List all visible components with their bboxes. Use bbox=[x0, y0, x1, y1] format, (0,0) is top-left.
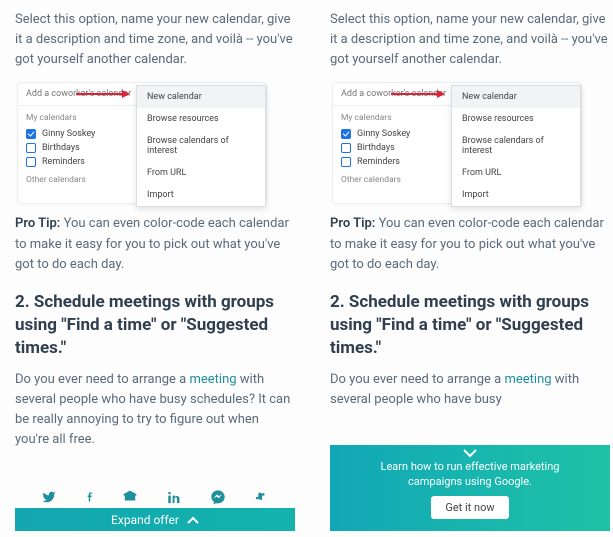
facebook-icon[interactable] bbox=[85, 489, 94, 505]
gcal-screenshot: Add a coworker's calendar My calendars G… bbox=[332, 82, 582, 204]
body-paragraph: Do you ever need to arrange a meeting wi… bbox=[15, 370, 295, 451]
meeting-link[interactable]: meeting bbox=[504, 372, 551, 387]
linkedin-icon[interactable] bbox=[167, 490, 182, 505]
social-share-row bbox=[15, 486, 295, 508]
menu-item[interactable]: New calendar bbox=[137, 86, 265, 108]
add-coworker-label: Add a coworker's calendar bbox=[18, 83, 138, 106]
expand-offer-label: Expand offer bbox=[111, 513, 179, 527]
calendar-row: Birthdays bbox=[333, 141, 453, 155]
red-arrow-icon bbox=[76, 90, 130, 98]
calendar-row: Birthdays bbox=[18, 141, 138, 155]
dropdown-menu: New calendar Browse resources Browse cal… bbox=[451, 85, 581, 207]
protip-label: Pro Tip: bbox=[330, 216, 375, 231]
twitter-icon[interactable] bbox=[41, 490, 57, 504]
intro-paragraph: Select this option, name your new calend… bbox=[15, 10, 295, 70]
checkbox-icon bbox=[341, 129, 351, 139]
slack-icon[interactable] bbox=[254, 490, 269, 505]
menu-item[interactable]: Import bbox=[452, 184, 580, 206]
get-it-now-button[interactable]: Get it now bbox=[431, 496, 508, 519]
calendar-row: Ginny Soskey bbox=[333, 127, 453, 141]
menu-item[interactable]: Import bbox=[137, 184, 265, 206]
menu-item[interactable]: Browse calendars of interest bbox=[452, 130, 580, 162]
article-column-left: Select this option, name your new calend… bbox=[15, 0, 295, 462]
menu-item[interactable]: Browse resources bbox=[452, 108, 580, 130]
intro-paragraph: Select this option, name your new calend… bbox=[330, 10, 610, 70]
chevron-down-icon[interactable] bbox=[463, 449, 477, 458]
offer-text: Learn how to run effective marketing cam… bbox=[355, 460, 585, 490]
meeting-link[interactable]: meeting bbox=[189, 372, 236, 387]
menu-item[interactable]: From URL bbox=[452, 162, 580, 184]
calendar-row: Reminders bbox=[18, 155, 138, 169]
chevron-up-icon bbox=[187, 513, 199, 527]
expand-offer-bar[interactable]: Expand offer bbox=[15, 508, 295, 531]
red-arrow-icon bbox=[391, 90, 445, 98]
checkbox-icon bbox=[26, 129, 36, 139]
protip-paragraph: Pro Tip: You can even color-code each ca… bbox=[330, 214, 610, 274]
body-paragraph: Do you ever need to arrange a meeting wi… bbox=[330, 370, 610, 410]
menu-item[interactable]: New calendar bbox=[452, 86, 580, 108]
add-coworker-label: Add a coworker's calendar bbox=[333, 83, 453, 106]
article-column-right: Select this option, name your new calend… bbox=[330, 0, 610, 422]
my-calendars-label: My calendars bbox=[18, 106, 138, 127]
checkbox-icon bbox=[341, 143, 351, 153]
my-calendars-label: My calendars bbox=[333, 106, 453, 127]
checkbox-icon bbox=[26, 143, 36, 153]
dropdown-menu: New calendar Browse resources Browse cal… bbox=[136, 85, 266, 207]
protip-label: Pro Tip: bbox=[15, 216, 60, 231]
menu-item[interactable]: Browse calendars of interest bbox=[137, 130, 265, 162]
other-calendars-label: Other calendars bbox=[333, 169, 453, 185]
menu-item[interactable]: From URL bbox=[137, 162, 265, 184]
email-icon[interactable] bbox=[122, 490, 138, 504]
gcal-screenshot: Add a coworker's calendar My calendars G… bbox=[17, 82, 267, 204]
offer-banner: Learn how to run effective marketing cam… bbox=[330, 445, 610, 531]
checkbox-icon bbox=[341, 157, 351, 167]
messenger-icon[interactable] bbox=[210, 489, 226, 505]
protip-paragraph: Pro Tip: You can even color-code each ca… bbox=[15, 214, 295, 274]
other-calendars-label: Other calendars bbox=[18, 169, 138, 185]
calendar-row: Ginny Soskey bbox=[18, 127, 138, 141]
checkbox-icon bbox=[26, 157, 36, 167]
menu-item[interactable]: Browse resources bbox=[137, 108, 265, 130]
calendar-row: Reminders bbox=[333, 155, 453, 169]
section-heading: 2. Schedule meetings with groups using "… bbox=[330, 291, 610, 360]
section-heading: 2. Schedule meetings with groups using "… bbox=[15, 291, 295, 360]
